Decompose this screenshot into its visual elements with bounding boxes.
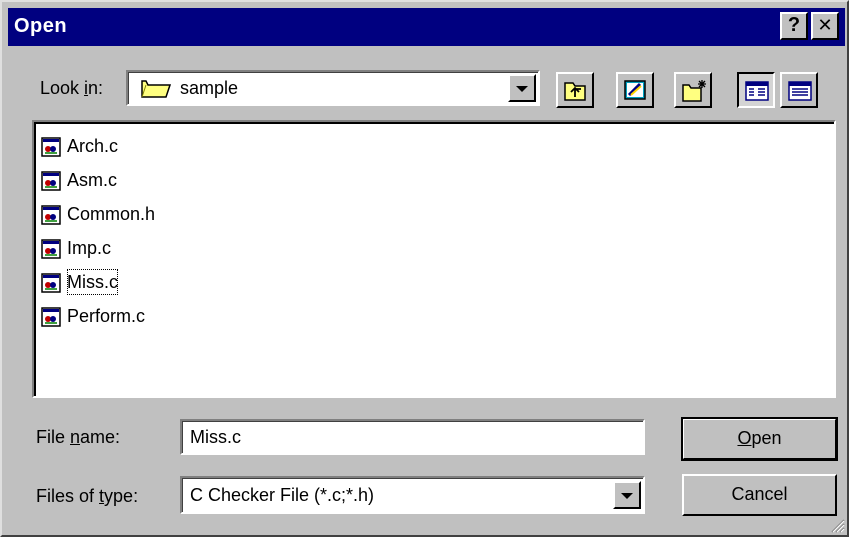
close-button[interactable]: ✕ bbox=[811, 12, 839, 40]
file-type-label: Files of type: bbox=[36, 486, 139, 506]
c-source-file-icon bbox=[41, 273, 61, 293]
look-in-combobox[interactable]: sample bbox=[126, 70, 540, 106]
file-name-text: Asm.c bbox=[67, 170, 118, 190]
c-source-file-icon bbox=[41, 137, 61, 157]
file-name-label: File name: bbox=[36, 427, 121, 447]
details-view-button[interactable] bbox=[780, 72, 818, 108]
list-view-icon bbox=[745, 81, 769, 101]
desktop-icon bbox=[624, 80, 646, 100]
file-type-value: C Checker File (*.c;*.h) bbox=[190, 485, 375, 505]
file-list[interactable]: Arch.c Asm.c Common.h Imp.c Miss.c Perform.c bbox=[32, 120, 836, 398]
open-dialog: Open ? ✕ Look in: sample Arch.c Asm.c Co… bbox=[0, 0, 849, 537]
resize-grip-icon[interactable] bbox=[827, 515, 845, 533]
create-new-folder-button[interactable] bbox=[674, 72, 712, 108]
file-name-text: Perform.c bbox=[67, 306, 146, 326]
file-name-input[interactable]: Miss.c bbox=[180, 419, 645, 455]
file-name-text: Arch.c bbox=[67, 136, 119, 156]
c-source-file-icon bbox=[41, 171, 61, 191]
up-one-level-button[interactable] bbox=[556, 72, 594, 108]
details-view-icon bbox=[788, 81, 812, 101]
cancel-button[interactable]: Cancel bbox=[682, 474, 837, 516]
help-button[interactable]: ? bbox=[780, 12, 808, 40]
open-button[interactable]: Open bbox=[681, 417, 838, 461]
new-folder-icon bbox=[682, 80, 706, 102]
up-folder-icon bbox=[564, 82, 586, 101]
file-type-dropdown-button[interactable] bbox=[613, 481, 641, 509]
title-bar[interactable]: Open ? ✕ bbox=[8, 8, 845, 46]
look-in-label: Look in: bbox=[40, 78, 104, 98]
c-source-file-icon bbox=[41, 307, 61, 327]
file-name-text: Common.h bbox=[67, 204, 156, 224]
file-name-text: Miss.c bbox=[66, 268, 119, 296]
c-source-file-icon bbox=[41, 239, 61, 259]
c-source-file-icon bbox=[41, 205, 61, 225]
look-in-value: sample bbox=[180, 78, 239, 98]
file-name-text: Imp.c bbox=[67, 238, 112, 258]
list-view-button[interactable] bbox=[737, 72, 775, 108]
file-type-combobox[interactable]: C Checker File (*.c;*.h) bbox=[180, 476, 645, 514]
window-title: Open bbox=[14, 15, 68, 37]
desktop-button[interactable] bbox=[616, 72, 654, 108]
look-in-dropdown-button[interactable] bbox=[508, 74, 536, 102]
folder-icon bbox=[141, 80, 172, 98]
